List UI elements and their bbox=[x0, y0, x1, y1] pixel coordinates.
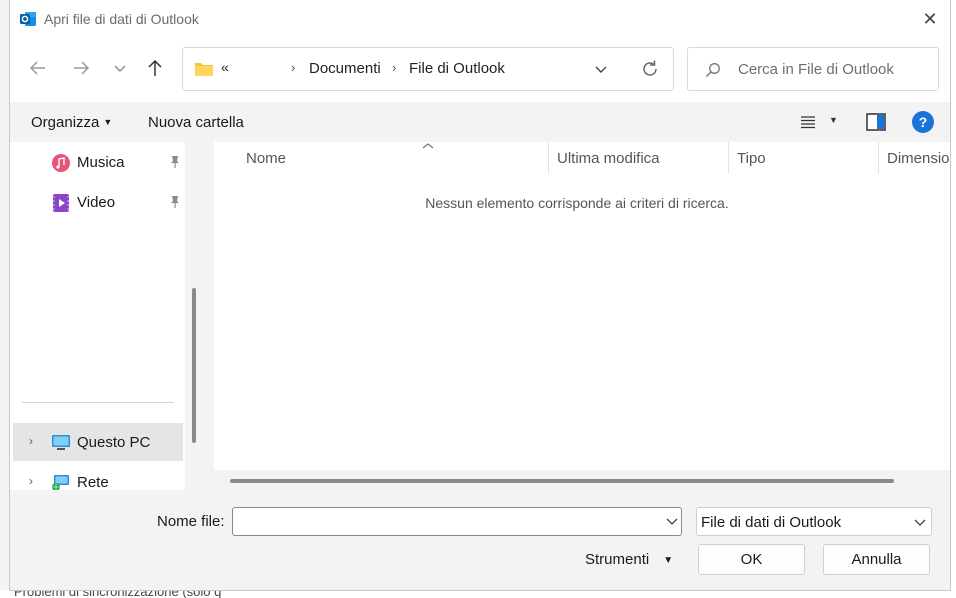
music-icon bbox=[52, 154, 70, 172]
arrow-right-icon bbox=[74, 61, 90, 75]
open-file-dialog: Apri file di dati di Outlook ✕ « › Docum… bbox=[9, 0, 951, 591]
recent-locations-button[interactable] bbox=[104, 52, 136, 84]
address-bar[interactable]: « › Documenti › File di Outlook bbox=[182, 47, 674, 91]
view-list-icon[interactable] bbox=[800, 114, 816, 130]
ok-button[interactable]: OK bbox=[698, 544, 805, 575]
empty-list-message: Nessun elemento corrisponde ai criteri d… bbox=[425, 195, 729, 211]
computer-icon bbox=[52, 435, 70, 450]
chevron-down-icon bbox=[114, 65, 126, 72]
chevron-down-icon bbox=[914, 519, 926, 526]
breadcrumb-overflow[interactable]: « bbox=[221, 59, 229, 75]
filename-label: Nome file: bbox=[157, 513, 225, 530]
arrow-left-icon bbox=[29, 61, 45, 75]
preview-pane-icon[interactable] bbox=[866, 113, 886, 131]
pin-icon[interactable] bbox=[169, 195, 181, 209]
background-app-bottom: Problemi di sincronizzazione (solo q bbox=[0, 590, 956, 598]
caret-down-icon: ▼ bbox=[663, 555, 674, 566]
column-header-tipo[interactable]: Tipo bbox=[728, 142, 878, 174]
up-button[interactable] bbox=[139, 52, 171, 84]
sidebar-item-label: Questo PC bbox=[77, 434, 151, 451]
chevron-right-icon[interactable]: › bbox=[29, 434, 33, 448]
chevron-right-icon[interactable]: › bbox=[29, 474, 33, 488]
close-icon: ✕ bbox=[922, 8, 938, 29]
search-box[interactable]: Cerca in File di Outlook bbox=[687, 47, 939, 91]
help-icon: ? bbox=[918, 114, 928, 130]
title-bar: Apri file di dati di Outlook ✕ bbox=[10, 0, 950, 38]
help-button[interactable]: ? bbox=[912, 111, 934, 133]
breadcrumb-separator: › bbox=[291, 60, 296, 75]
new-folder-button[interactable]: Nuova cartella bbox=[148, 114, 244, 131]
column-header-ultima-modifica[interactable]: Ultima modifica bbox=[548, 142, 728, 174]
column-header-label: Nome bbox=[246, 150, 287, 167]
outlook-icon bbox=[20, 12, 36, 26]
sort-ascending-icon bbox=[422, 143, 434, 149]
organize-button[interactable]: Organizza ▼ bbox=[31, 114, 112, 131]
search-icon bbox=[706, 63, 720, 77]
cancel-button[interactable]: Annulla bbox=[823, 544, 930, 575]
network-icon bbox=[52, 475, 69, 490]
navigation-divider bbox=[22, 402, 174, 403]
caret-down-icon: ▼ bbox=[103, 117, 113, 127]
view-options-caret-icon[interactable]: ▼ bbox=[829, 115, 838, 125]
address-dropdown-icon[interactable] bbox=[593, 62, 609, 78]
video-icon bbox=[53, 194, 69, 212]
sidebar-item-label: Rete bbox=[77, 474, 109, 490]
sidebar-item-rete[interactable]: › Rete bbox=[13, 463, 183, 490]
tools-label: Strumenti bbox=[585, 551, 650, 568]
organize-label: Organizza bbox=[31, 114, 100, 131]
arrow-up-icon bbox=[148, 59, 162, 76]
tools-menu-button[interactable]: Strumenti ▼ bbox=[585, 551, 673, 568]
file-type-select[interactable]: File di dati di Outlook bbox=[696, 507, 932, 536]
navigation-pane: Musica Video › Questo PC › Rete bbox=[10, 142, 185, 490]
close-button[interactable]: ✕ bbox=[914, 6, 946, 32]
folder-icon bbox=[195, 63, 213, 76]
file-list: Nome Ultima modifica Tipo Dimensione Nes… bbox=[204, 142, 950, 470]
sidebar-item-questo-pc[interactable]: › Questo PC bbox=[13, 423, 183, 461]
file-list-scrollbar-thumb[interactable] bbox=[230, 479, 894, 483]
background-status-text: Problemi di sincronizzazione (solo q bbox=[14, 590, 222, 598]
sidebar-item-label: Video bbox=[77, 194, 116, 211]
file-type-value: File di dati di Outlook bbox=[701, 514, 842, 531]
sidebar-item-musica[interactable]: Musica bbox=[13, 143, 183, 181]
pin-icon[interactable] bbox=[169, 155, 181, 169]
column-header-dimensione[interactable]: Dimensione bbox=[878, 142, 950, 174]
breadcrumb-documenti[interactable]: Documenti bbox=[309, 60, 381, 77]
search-placeholder: Cerca in File di Outlook bbox=[738, 61, 894, 78]
forward-button[interactable] bbox=[65, 52, 97, 84]
column-header-nome[interactable]: Nome bbox=[238, 142, 548, 174]
sidebar-item-video[interactable]: Video bbox=[13, 183, 183, 221]
pane-splitter[interactable] bbox=[204, 142, 214, 490]
sidebar-item-label: Musica bbox=[77, 154, 125, 171]
breadcrumb-file-di-outlook[interactable]: File di Outlook bbox=[409, 60, 505, 77]
filename-input[interactable] bbox=[232, 507, 682, 536]
filename-dropdown-icon[interactable] bbox=[665, 515, 679, 529]
navigation-bar: « › Documenti › File di Outlook Cerca in… bbox=[10, 38, 950, 102]
refresh-icon[interactable] bbox=[638, 57, 662, 81]
back-button[interactable] bbox=[22, 52, 54, 84]
command-bar: Organizza ▼ Nuova cartella ▼ ? bbox=[10, 102, 950, 142]
window-title: Apri file di dati di Outlook bbox=[44, 11, 199, 27]
navigation-scrollbar-thumb[interactable] bbox=[192, 288, 196, 443]
breadcrumb-separator: › bbox=[392, 60, 397, 75]
